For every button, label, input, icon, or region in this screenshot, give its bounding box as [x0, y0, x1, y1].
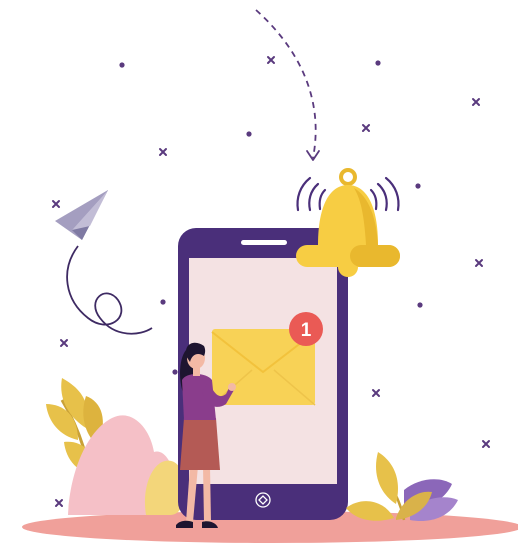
- dashed-arrow: [255, 9, 317, 159]
- notification-badge-count: 1: [301, 320, 312, 341]
- phone-speaker: [241, 240, 287, 245]
- leaf-plant-right: [346, 452, 458, 522]
- arrow-head-icon: [306, 150, 320, 161]
- notification-badge-icon: 1: [289, 312, 323, 346]
- plane-trail: [66, 245, 153, 335]
- notification-illustration: 1: [22, 9, 518, 543]
- bell-icon: [296, 168, 400, 277]
- paper-plane-icon: [55, 190, 108, 240]
